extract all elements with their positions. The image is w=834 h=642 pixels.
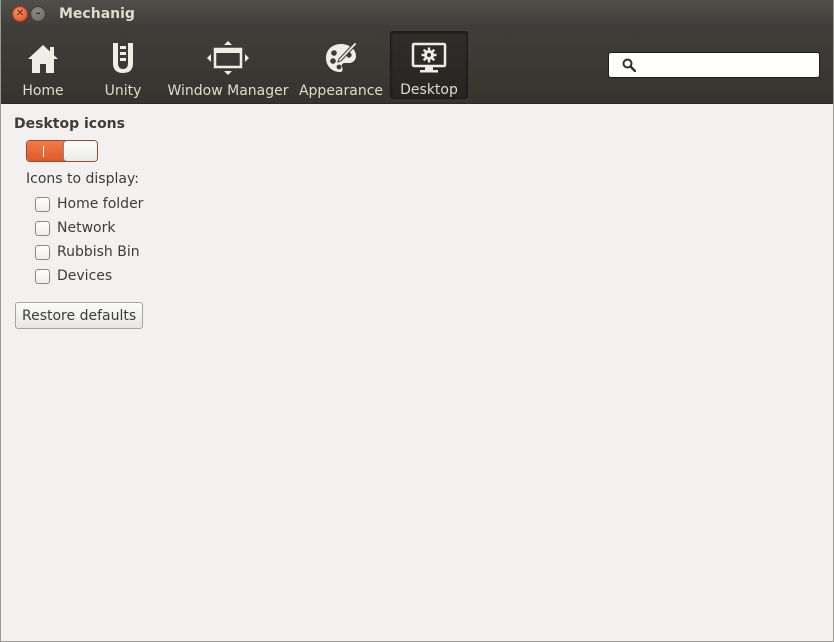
- tab-window-manager[interactable]: Window Manager: [167, 31, 289, 99]
- tab-appearance[interactable]: Appearance: [298, 31, 384, 99]
- toggle-on-indicator: [43, 146, 44, 157]
- search-input[interactable]: [643, 55, 817, 77]
- home-icon: [28, 45, 58, 73]
- devices-label: Devices: [57, 268, 113, 284]
- home-folder-label: Home folder: [57, 196, 144, 212]
- tab-unity[interactable]: Unity: [94, 31, 152, 99]
- appearance-icon: [326, 41, 358, 72]
- tab-unity-label: Unity: [104, 83, 142, 99]
- desktop-icons-toggle[interactable]: [26, 140, 98, 162]
- icons-to-display-label: Icons to display:: [26, 171, 139, 187]
- desktop-icon: [411, 42, 447, 73]
- option-home-folder[interactable]: Home folder: [35, 195, 143, 213]
- window-title: Mechanig: [59, 6, 135, 22]
- tab-home[interactable]: Home: [14, 31, 72, 99]
- toggle-on-area: [27, 141, 64, 161]
- search-icon: [622, 58, 636, 72]
- home-folder-checkbox[interactable]: [35, 196, 50, 212]
- option-network[interactable]: Network: [35, 219, 115, 237]
- section-title: Desktop icons: [14, 116, 125, 132]
- rubbish-bin-checkbox[interactable]: [35, 244, 50, 260]
- minimize-icon: –: [35, 8, 41, 19]
- tab-window-manager-label: Window Manager: [167, 83, 289, 99]
- option-rubbish-bin[interactable]: Rubbish Bin: [35, 243, 140, 261]
- search-field[interactable]: [608, 52, 820, 78]
- title-bar: ✕ – Mechanig: [1, 0, 833, 28]
- restore-defaults-button[interactable]: Restore defaults: [15, 302, 144, 329]
- rubbish-bin-label: Rubbish Bin: [57, 244, 140, 260]
- toggle-knob[interactable]: [63, 141, 97, 161]
- app-window: ✕ – Mechanig Home Unity Window Manager A…: [0, 0, 834, 642]
- tab-desktop-label: Desktop: [400, 82, 458, 98]
- tab-appearance-label: Appearance: [298, 83, 384, 99]
- unity-icon: [113, 43, 133, 73]
- network-label: Network: [57, 220, 116, 236]
- network-checkbox[interactable]: [35, 220, 50, 236]
- window-manager-icon: [207, 41, 249, 75]
- close-button[interactable]: ✕: [12, 6, 28, 22]
- minimize-button[interactable]: –: [30, 6, 46, 22]
- toolbar: Home Unity Window Manager Appearance Des…: [1, 28, 833, 104]
- close-icon: ✕: [15, 8, 25, 19]
- devices-checkbox[interactable]: [35, 268, 50, 284]
- option-devices[interactable]: Devices: [35, 267, 112, 285]
- tab-desktop[interactable]: Desktop: [390, 31, 468, 99]
- tab-home-label: Home: [22, 83, 64, 99]
